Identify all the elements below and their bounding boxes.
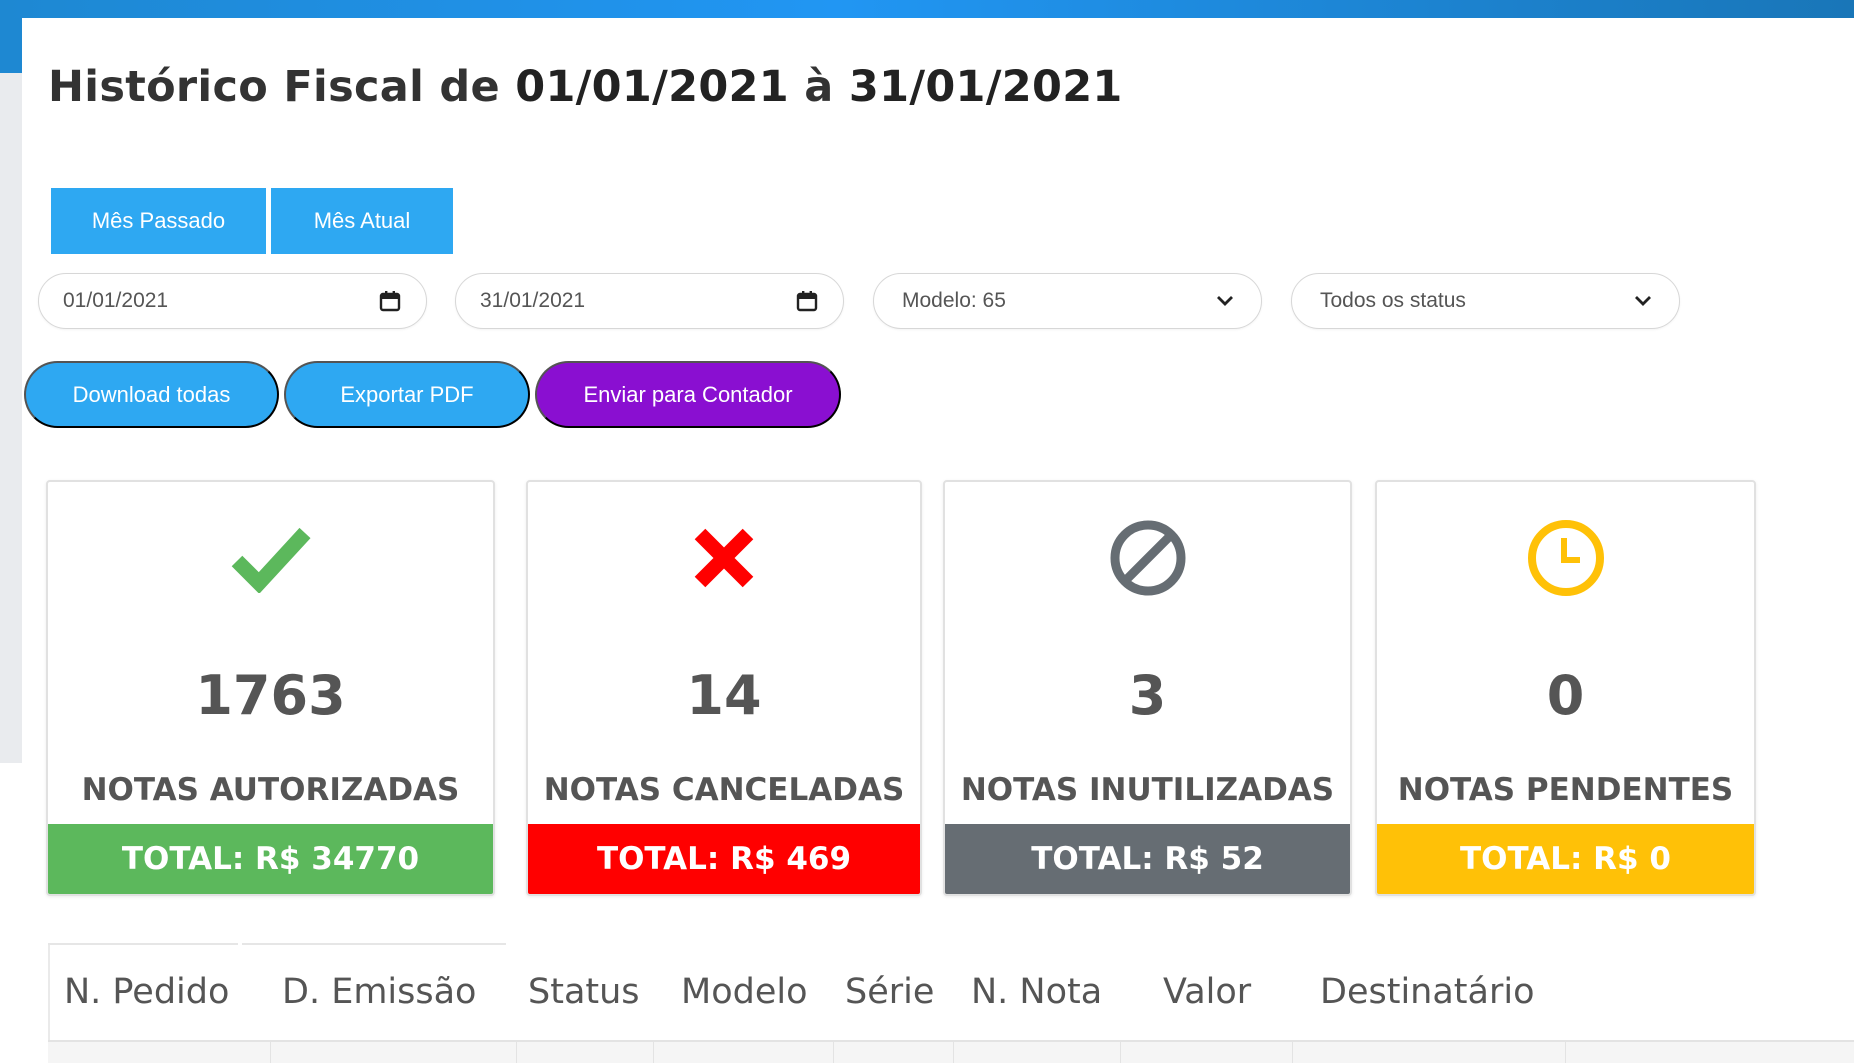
column-header-model[interactable]: Modelo bbox=[681, 972, 808, 1012]
column-divider bbox=[653, 1042, 654, 1063]
column-divider bbox=[1565, 1042, 1566, 1063]
last-month-button[interactable]: Mês Passado bbox=[51, 188, 266, 254]
model-select[interactable]: Modelo: 65 bbox=[873, 273, 1262, 329]
column-header-series[interactable]: Série bbox=[845, 972, 934, 1012]
column-divider bbox=[1120, 1042, 1121, 1063]
title-date-from: 01/01/2021 bbox=[515, 62, 789, 112]
column-divider bbox=[953, 1042, 954, 1063]
cancelled-label: NOTAS CANCELADAS bbox=[543, 772, 905, 808]
table-header-border bbox=[242, 943, 506, 945]
column-header-invoice-number[interactable]: N. Nota bbox=[971, 972, 1102, 1012]
status-select[interactable]: Todos os status bbox=[1291, 273, 1680, 329]
authorized-count: 1763 bbox=[195, 664, 346, 727]
authorized-label: NOTAS AUTORIZADAS bbox=[81, 772, 460, 808]
column-divider bbox=[833, 1042, 834, 1063]
page-title: Histórico Fiscal de 01/01/2021 à 31/01/2… bbox=[48, 62, 1123, 112]
calendar-icon[interactable] bbox=[795, 289, 819, 313]
clock-icon bbox=[1377, 510, 1754, 606]
current-month-button[interactable]: Mês Atual bbox=[271, 188, 453, 254]
pending-count: 0 bbox=[1546, 664, 1585, 727]
unused-total: TOTAL: R$ 52 bbox=[945, 824, 1350, 894]
cancelled-count: 14 bbox=[686, 664, 762, 727]
x-icon bbox=[528, 510, 920, 606]
ban-icon bbox=[945, 510, 1350, 606]
download-all-button[interactable]: Download todas bbox=[24, 361, 279, 428]
column-header-order[interactable]: N. Pedido bbox=[64, 972, 229, 1012]
check-icon bbox=[48, 510, 493, 606]
unused-label: NOTAS INUTILIZADAS bbox=[960, 772, 1335, 808]
column-header-value[interactable]: Valor bbox=[1163, 972, 1251, 1012]
end-date-value: 31/01/2021 bbox=[480, 289, 586, 312]
top-bar bbox=[0, 0, 1854, 18]
title-date-to: 31/01/2021 bbox=[848, 62, 1123, 112]
column-header-recipient[interactable]: Destinatário bbox=[1320, 972, 1535, 1012]
export-pdf-button[interactable]: Exportar PDF bbox=[284, 361, 530, 428]
sidebar-edge-accent bbox=[0, 18, 22, 73]
column-header-status[interactable]: Status bbox=[528, 972, 640, 1012]
column-divider bbox=[1292, 1042, 1293, 1063]
card-unused: 3 NOTAS INUTILIZADAS TOTAL: R$ 52 bbox=[943, 480, 1352, 896]
title-prefix: Histórico Fiscal de bbox=[48, 62, 500, 112]
sidebar-edge bbox=[0, 18, 22, 763]
title-separator: à bbox=[804, 62, 834, 112]
column-divider bbox=[270, 1042, 271, 1063]
card-authorized: 1763 NOTAS AUTORIZADAS TOTAL: R$ 34770 bbox=[46, 480, 495, 896]
table-row[interactable] bbox=[48, 1042, 1854, 1063]
table-header-border bbox=[48, 943, 238, 945]
column-divider bbox=[516, 1042, 517, 1063]
status-select-value: Todos os status bbox=[1320, 289, 1466, 312]
pending-label: NOTAS PENDENTES bbox=[1397, 772, 1734, 808]
model-select-value: Modelo: 65 bbox=[902, 289, 1006, 312]
card-cancelled: 14 NOTAS CANCELADAS TOTAL: R$ 469 bbox=[526, 480, 922, 896]
calendar-icon[interactable] bbox=[378, 289, 402, 313]
card-pending: 0 NOTAS PENDENTES TOTAL: R$ 0 bbox=[1375, 480, 1756, 896]
pending-total: TOTAL: R$ 0 bbox=[1377, 824, 1754, 894]
cancelled-total: TOTAL: R$ 469 bbox=[528, 824, 920, 894]
end-date-input[interactable]: 31/01/2021 bbox=[455, 273, 844, 329]
authorized-total: TOTAL: R$ 34770 bbox=[48, 824, 493, 894]
chevron-down-icon bbox=[1213, 289, 1237, 313]
unused-count: 3 bbox=[1128, 664, 1167, 727]
start-date-input[interactable]: 01/01/2021 bbox=[38, 273, 427, 329]
column-header-issue-date[interactable]: D. Emissão bbox=[282, 972, 476, 1012]
start-date-value: 01/01/2021 bbox=[63, 289, 169, 312]
chevron-down-icon bbox=[1631, 289, 1655, 313]
send-to-accountant-button[interactable]: Enviar para Contador bbox=[535, 361, 841, 428]
